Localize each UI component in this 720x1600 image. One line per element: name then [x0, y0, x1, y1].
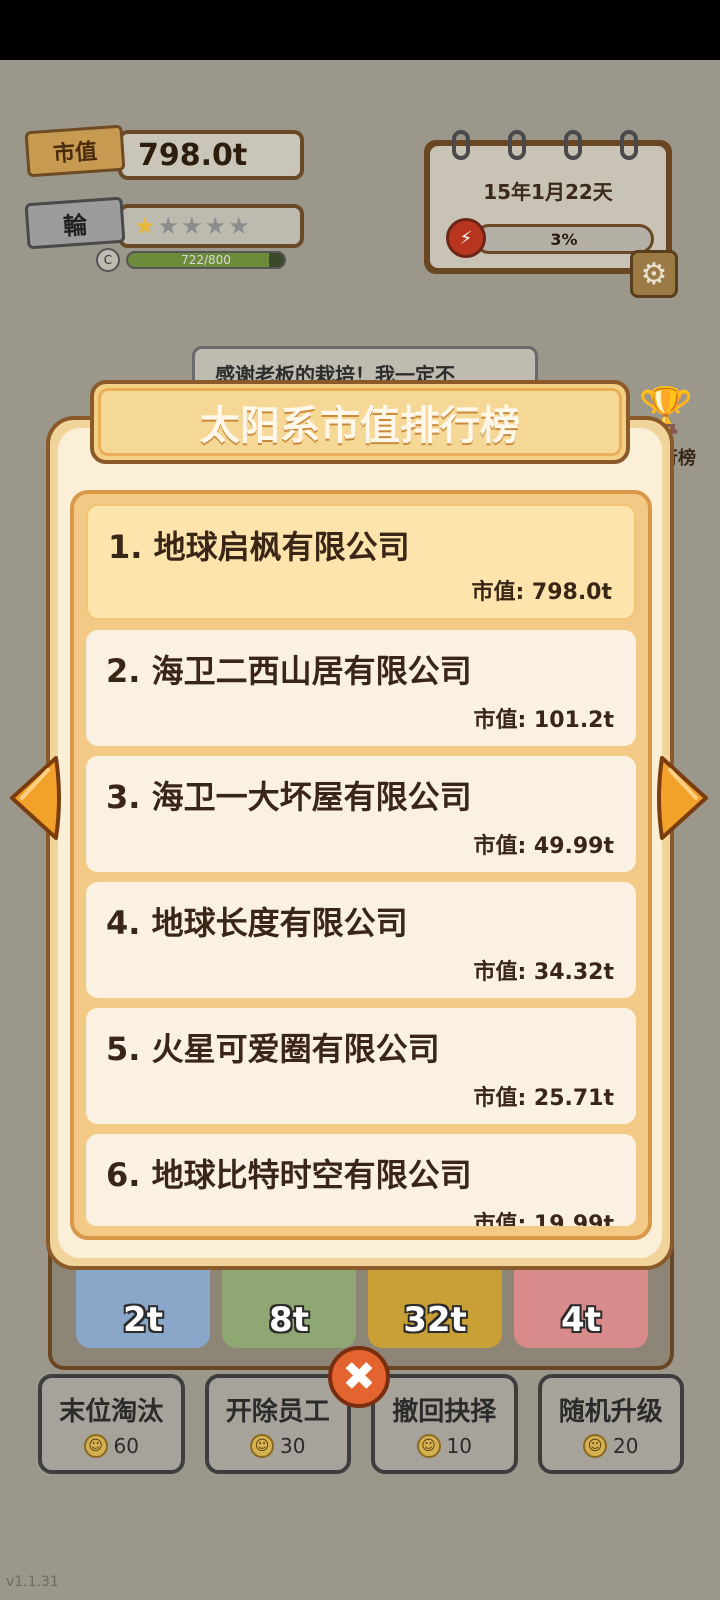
employee-card-value: 32t — [403, 1300, 467, 1340]
rank-progress-bar: 722/800 — [126, 251, 286, 269]
action-label: 撤回抉择 — [392, 1396, 497, 1427]
calendar-inner: 15年1月22天 3% ⚡ — [430, 130, 666, 268]
leaderboard-entry[interactable]: 5. 火星可爱圈有限公司 市值: 25.71t — [86, 1008, 636, 1124]
star-filled-icon: ★ — [134, 212, 156, 240]
status-bar — [0, 0, 720, 60]
gear-icon: ⚙ — [640, 256, 668, 292]
next-page-button[interactable] — [656, 754, 712, 842]
entry-value: 市值: 49.99t — [473, 834, 614, 859]
eliminate-last-button[interactable]: 末位淘汰 ☺ 60 — [38, 1374, 185, 1474]
leaderboard-entry[interactable]: 1. 地球启枫有限公司 市值: 798.0t — [86, 504, 636, 620]
rank-progress: C 722/800 — [96, 248, 286, 272]
level-tag-label: 輪 — [62, 210, 89, 241]
random-upgrade-button[interactable]: 随机升级 ☺ 20 — [537, 1374, 684, 1474]
action-label: 随机升级 — [558, 1396, 663, 1427]
undo-choice-button[interactable]: 撤回抉择 ☺ 10 — [371, 1374, 518, 1474]
action-cost: ☺ 60 — [83, 1433, 139, 1458]
calendar-ring-icon — [620, 130, 638, 160]
employee-card-value: 8t — [269, 1300, 309, 1340]
calendar-date: 15年1月22天 — [483, 180, 613, 204]
rank-letter: C — [103, 253, 113, 267]
action-cost-value: 60 — [113, 1433, 139, 1458]
employee-card-value: 4t — [561, 1300, 601, 1340]
star-empty-icon: ★ — [157, 212, 180, 240]
calendar-ring-icon — [564, 130, 582, 160]
rank-badge: C — [96, 248, 120, 272]
leaderboard-list[interactable]: 1. 地球启枫有限公司 市值: 798.0t 2. 海卫二西山居有限公司 市值:… — [70, 490, 652, 1240]
action-cost: ☺ 20 — [583, 1433, 639, 1458]
entry-value: 市值: 798.0t — [471, 580, 612, 605]
action-cost-value: 10 — [446, 1433, 472, 1458]
action-cost-value: 30 — [280, 1433, 306, 1458]
smile-icon: ☺ — [416, 1433, 441, 1458]
previous-page-button[interactable] — [6, 754, 62, 842]
leaderboard-entry[interactable]: 2. 海卫二西山居有限公司 市值: 101.2t — [86, 630, 636, 746]
entry-name: 5. 火星可爱圈有限公司 — [106, 1030, 440, 1068]
chevron-right-icon — [657, 756, 708, 840]
smile-icon: ☺ — [250, 1433, 275, 1458]
action-label: 末位淘汰 — [59, 1396, 164, 1427]
market-value: 798.0t — [138, 137, 248, 173]
employee-card-value: 2t — [123, 1300, 163, 1340]
leaderboard-title: 太阳系市值排行榜 — [98, 388, 622, 456]
entry-value: 市值: 101.2t — [473, 708, 614, 733]
smile-icon: ☺ — [583, 1433, 608, 1458]
level-stars: ★ ★ ★ ★ ★ — [118, 204, 304, 248]
close-button[interactable]: ✖ — [328, 1346, 390, 1408]
market-value-box: 798.0t — [118, 130, 304, 180]
leaderboard-entry[interactable]: 6. 地球比特时空有限公司 市值: 19.99t — [86, 1134, 636, 1226]
leaderboard-entry[interactable]: 3. 海卫一大坏屋有限公司 市值: 49.99t — [86, 756, 636, 872]
market-value-tag: 市值 — [24, 124, 126, 178]
action-label: 开除员工 — [225, 1396, 330, 1427]
anger-percent: 3% — [550, 229, 578, 249]
leaderboard-entry[interactable]: 4. 地球长度有限公司 市值: 34.32t — [86, 882, 636, 998]
close-icon: ✖ — [342, 1354, 376, 1400]
entry-name: 2. 海卫二西山居有限公司 — [106, 652, 472, 690]
fire-employee-button[interactable]: 开除员工 ☺ 30 — [204, 1374, 351, 1474]
market-value-tag-label: 市值 — [52, 139, 98, 168]
entry-name: 3. 海卫一大坏屋有限公司 — [106, 778, 472, 816]
entry-name: 6. 地球比特时空有限公司 — [106, 1156, 472, 1194]
level-tag: 輪 — [24, 196, 126, 250]
entry-name: 1. 地球启枫有限公司 — [108, 528, 410, 566]
leaderboard-list-viewport[interactable]: 1. 地球启枫有限公司 市值: 798.0t 2. 海卫二西山居有限公司 市值:… — [86, 504, 636, 1226]
calendar-ring-icon — [508, 130, 526, 160]
star-empty-icon: ★ — [204, 212, 227, 240]
rank-progress-text: 722/800 — [181, 253, 231, 267]
star-empty-icon: ★ — [228, 212, 250, 240]
anger-meter: 3% — [474, 224, 654, 254]
entry-value: 市值: 34.32t — [473, 960, 614, 985]
angry-face-icon: ⚡ — [446, 218, 486, 258]
settings-button[interactable]: ⚙ — [630, 250, 678, 298]
action-cost-value: 20 — [613, 1433, 639, 1458]
version-label: v1.1.31 — [6, 1574, 59, 1590]
calendar-ring-icon — [452, 130, 470, 160]
leaderboard-title-banner: 太阳系市值排行榜 — [90, 380, 630, 464]
smile-icon: ☺ — [83, 1433, 108, 1458]
entry-name: 4. 地球长度有限公司 — [106, 904, 408, 942]
action-cost: ☺ 30 — [250, 1433, 306, 1458]
entry-value: 市值: 25.71t — [473, 1086, 614, 1111]
star-empty-icon: ★ — [181, 212, 203, 240]
action-cost: ☺ 10 — [416, 1433, 472, 1458]
entry-value: 市值: 19.99t — [473, 1212, 614, 1226]
chevron-left-icon — [10, 756, 61, 840]
